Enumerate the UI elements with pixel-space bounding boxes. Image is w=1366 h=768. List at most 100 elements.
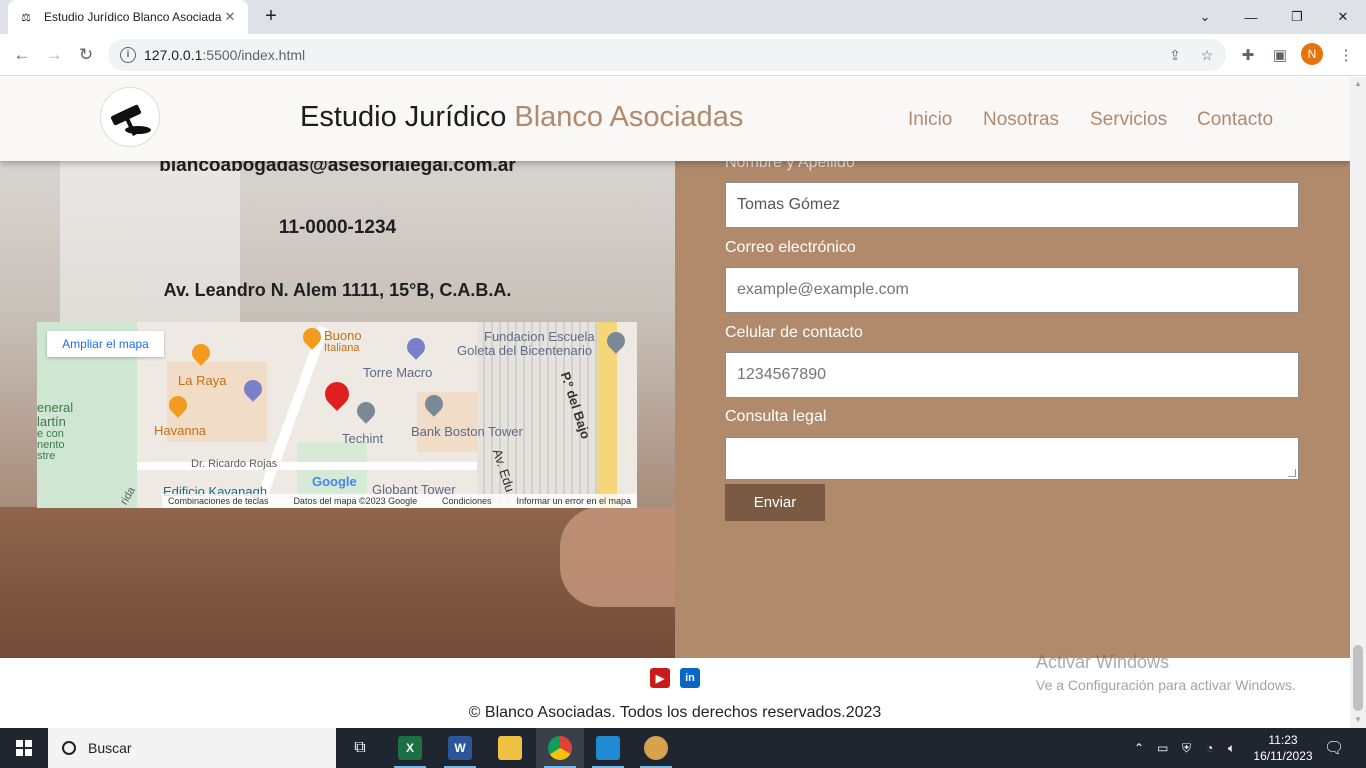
menu-kebab-icon[interactable]: ⋮ (1334, 43, 1358, 67)
map-keyboard-shortcuts-link[interactable]: Combinaciones de teclas (168, 496, 269, 506)
address-bar[interactable]: i 127.0.0.1:5500/index.html ⇪ ☆ (108, 39, 1226, 71)
name-field[interactable]: Tomas Gómez (725, 182, 1299, 228)
task-view-icon: ⧉ (354, 739, 366, 756)
bookmark-star-icon[interactable]: ☆ (1196, 44, 1218, 66)
google-map[interactable]: Ampliar el mapa Buono Italiana Fundacion… (37, 322, 637, 508)
nav-servicios[interactable]: Servicios (1090, 109, 1167, 131)
reload-icon[interactable]: ↻ (74, 43, 98, 67)
excel-button[interactable]: X (386, 728, 434, 768)
close-tab-icon[interactable]: ✕ (222, 9, 238, 25)
scrollbar-thumb[interactable] (1353, 645, 1363, 711)
clock-date: 16/11/2023 (1253, 749, 1313, 763)
word-button[interactable]: W (436, 728, 484, 768)
profile-avatar[interactable]: N (1301, 43, 1323, 65)
nav-inicio[interactable]: Inicio (908, 109, 952, 131)
site-info-icon[interactable]: i (120, 47, 136, 63)
phone-field[interactable]: 1234567890 (725, 352, 1299, 398)
nav-contacto[interactable]: Contacto (1197, 109, 1273, 131)
map-label-buono: Buono (324, 328, 362, 343)
restore-button[interactable]: ❐ (1274, 0, 1320, 34)
security-shield-icon[interactable]: ⛨ (1182, 728, 1191, 768)
map-label-fundacion: Fundacion Escuela (484, 329, 595, 344)
chrome-button[interactable] (536, 728, 584, 768)
map-road (137, 462, 477, 470)
vscode-button[interactable] (584, 728, 632, 768)
email-label: Correo electrónico (725, 239, 856, 256)
taskbar-search[interactable]: Buscar (48, 728, 336, 768)
word-icon: W (448, 736, 472, 760)
chrome-icon (548, 736, 572, 760)
gavel-base (125, 126, 151, 134)
new-tab-button[interactable]: + (260, 5, 282, 27)
browser-tabbar: ⚖ Estudio Jurídico Blanco Asociadas ✕ + … (0, 0, 1366, 34)
background-photo-hand (560, 507, 675, 607)
file-explorer-icon (498, 736, 522, 760)
submit-button[interactable]: Enviar (725, 484, 825, 521)
gavel-icon: ⚖ (21, 11, 31, 24)
google-logo: Google (312, 474, 357, 489)
map-label-italiana: Italiana (324, 342, 360, 354)
forward-icon[interactable]: → (42, 43, 66, 67)
side-panel-icon[interactable]: ▣ (1268, 43, 1292, 67)
search-icon (62, 741, 76, 755)
back-icon[interactable]: ← (10, 43, 34, 67)
place-pin-icon[interactable] (353, 398, 379, 424)
battery-icon[interactable]: ▭ (1157, 728, 1168, 768)
map-label-havanna: Havanna (154, 423, 207, 438)
youtube-icon[interactable]: ▶ (650, 668, 670, 688)
scroll-up-arrow-icon[interactable]: ▲ (1354, 79, 1362, 88)
nav-nosotras[interactable]: Nosotras (983, 109, 1059, 131)
paint-button[interactable] (632, 728, 680, 768)
url-host: 127.0.0.1 (144, 47, 203, 63)
volume-icon[interactable]: 🔈︎ (1228, 728, 1235, 768)
location-marker-icon[interactable] (320, 377, 354, 411)
taskbar-search-label: Buscar (88, 740, 132, 756)
copyright-text: © Blanco Asociadas. Todos los derechos r… (468, 704, 882, 721)
map-terms-link[interactable]: Condiciones (442, 496, 492, 506)
site-title: Estudio Jurídico Blanco Asociadas (300, 101, 743, 134)
windows-logo-icon (16, 740, 32, 756)
page-viewport: blancoabogadas@asesorialegal.com.ar 11-0… (0, 77, 1350, 728)
map-report-error-link[interactable]: Informar un error en el mapa (516, 496, 631, 506)
map-data-attribution: Datos del mapa ©2023 Google (293, 496, 418, 506)
windows-taskbar: Buscar ⧉ X W ⌃ ▭ ⛨ ◔ 🔈︎ 11:23 16/11/2023… (0, 728, 1366, 768)
email-field[interactable]: example@example.com (725, 267, 1299, 313)
page-scrollbar[interactable]: ▲ ▼ (1350, 77, 1366, 728)
query-label: Consulta legal (725, 408, 827, 425)
tab-search-button[interactable]: ⌄ (1182, 0, 1228, 34)
map-label-techint: Techint (342, 431, 384, 446)
brand-main: Estudio Jurídico (300, 101, 507, 133)
contact-info-section: blancoabogadas@asesorialegal.com.ar 11-0… (0, 77, 675, 658)
scroll-down-arrow-icon[interactable]: ▼ (1354, 715, 1362, 724)
paint-icon (644, 736, 668, 760)
show-hidden-icons-icon[interactable]: ⌃ (1134, 728, 1144, 768)
taskbar-clock[interactable]: 11:23 16/11/2023 (1248, 732, 1318, 764)
contact-form-section: Nombre y Apellido Tomas Gómez Correo ele… (675, 77, 1350, 658)
resize-grip-icon[interactable] (1288, 469, 1296, 477)
start-button[interactable] (0, 728, 48, 768)
logo[interactable] (100, 87, 160, 147)
linkedin-icon[interactable]: in (680, 668, 700, 688)
minimize-button[interactable]: — (1228, 0, 1274, 34)
extensions-icon[interactable]: ✚ (1236, 43, 1260, 67)
vscode-icon (596, 736, 620, 760)
enlarge-map-button[interactable]: Ampliar el mapa (47, 331, 164, 357)
map-label-ricardo-rojas: Dr. Ricardo Rojas (191, 458, 278, 470)
query-textarea[interactable] (725, 437, 1299, 480)
map-footer: Combinaciones de teclas Datos del mapa ©… (162, 494, 637, 508)
map-label-bank-boston: Bank Boston Tower (411, 424, 523, 439)
task-view-button[interactable]: ⧉ (336, 728, 384, 768)
office-pin-icon[interactable] (403, 334, 429, 360)
close-window-button[interactable]: ✕ (1320, 0, 1366, 34)
tab-title: Estudio Jurídico Blanco Asociadas (44, 10, 222, 24)
share-icon[interactable]: ⇪ (1164, 44, 1186, 66)
activation-watermark-title: Activar Windows (1036, 652, 1170, 672)
clock-time: 11:23 (1268, 733, 1298, 747)
notifications-icon[interactable]: 🗨︎ (1324, 728, 1344, 768)
browser-tab[interactable]: ⚖ Estudio Jurídico Blanco Asociadas ✕ (8, 0, 248, 34)
map-label-la-raya: La Raya (178, 373, 227, 388)
contact-address: Av. Leandro N. Alem 1111, 15°B, C.A.B.A. (163, 280, 512, 300)
file-explorer-button[interactable] (486, 728, 534, 768)
wifi-icon[interactable]: ◔ (1206, 728, 1213, 768)
map-plaza (297, 442, 367, 502)
